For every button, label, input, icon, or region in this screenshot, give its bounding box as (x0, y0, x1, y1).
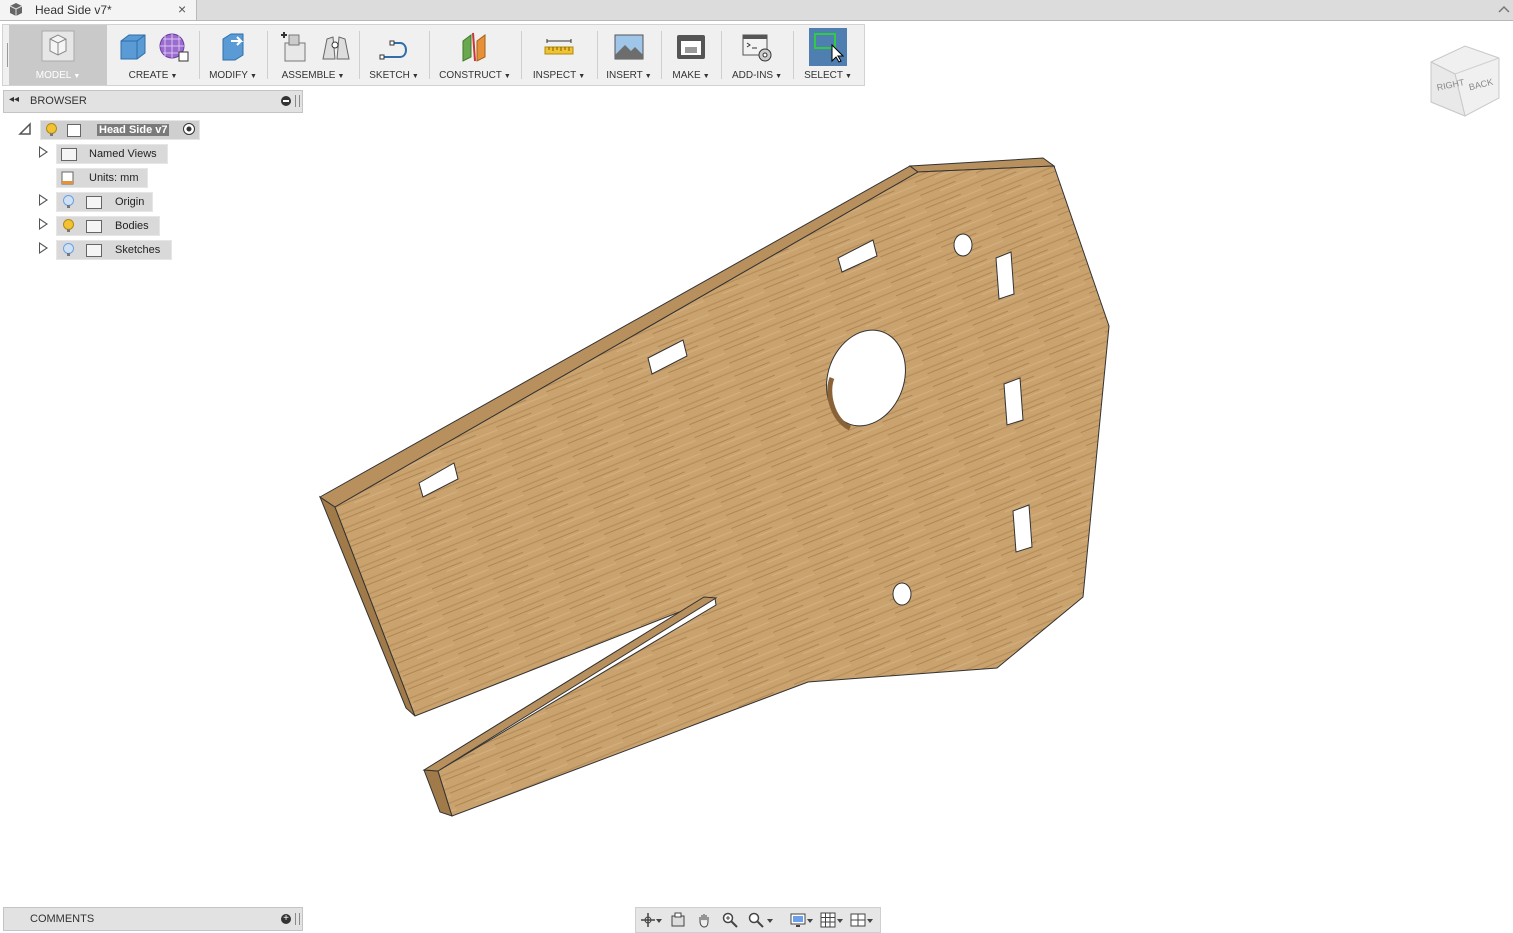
dropdown-caret-icon[interactable] (766, 912, 774, 928)
dropdown-caret-icon[interactable] (866, 912, 874, 928)
add-comment-icon[interactable]: + (281, 914, 291, 924)
fit-zoom-icon[interactable] (748, 912, 764, 928)
dropdown-caret-icon[interactable] (836, 912, 844, 928)
comments-title: COMMENTS (30, 913, 95, 925)
look-at-icon[interactable] (670, 912, 686, 928)
zoom-icon[interactable] (722, 912, 738, 928)
panel-grip[interactable] (295, 913, 300, 925)
model-canvas[interactable] (0, 0, 1513, 933)
viewports-icon[interactable] (850, 912, 866, 928)
grid-icon[interactable] (820, 912, 836, 928)
display-settings-icon[interactable] (790, 912, 806, 928)
dropdown-caret-icon[interactable] (655, 912, 663, 928)
comments-panel[interactable]: COMMENTS + (3, 907, 303, 931)
pan-hand-icon[interactable] (696, 912, 712, 928)
viewcube[interactable]: RIGHT BACK (1423, 40, 1505, 122)
orbit-icon[interactable] (640, 912, 656, 928)
wood-plate-part[interactable] (318, 157, 1110, 817)
navigation-bar (635, 907, 881, 933)
dropdown-caret-icon[interactable] (806, 912, 814, 928)
